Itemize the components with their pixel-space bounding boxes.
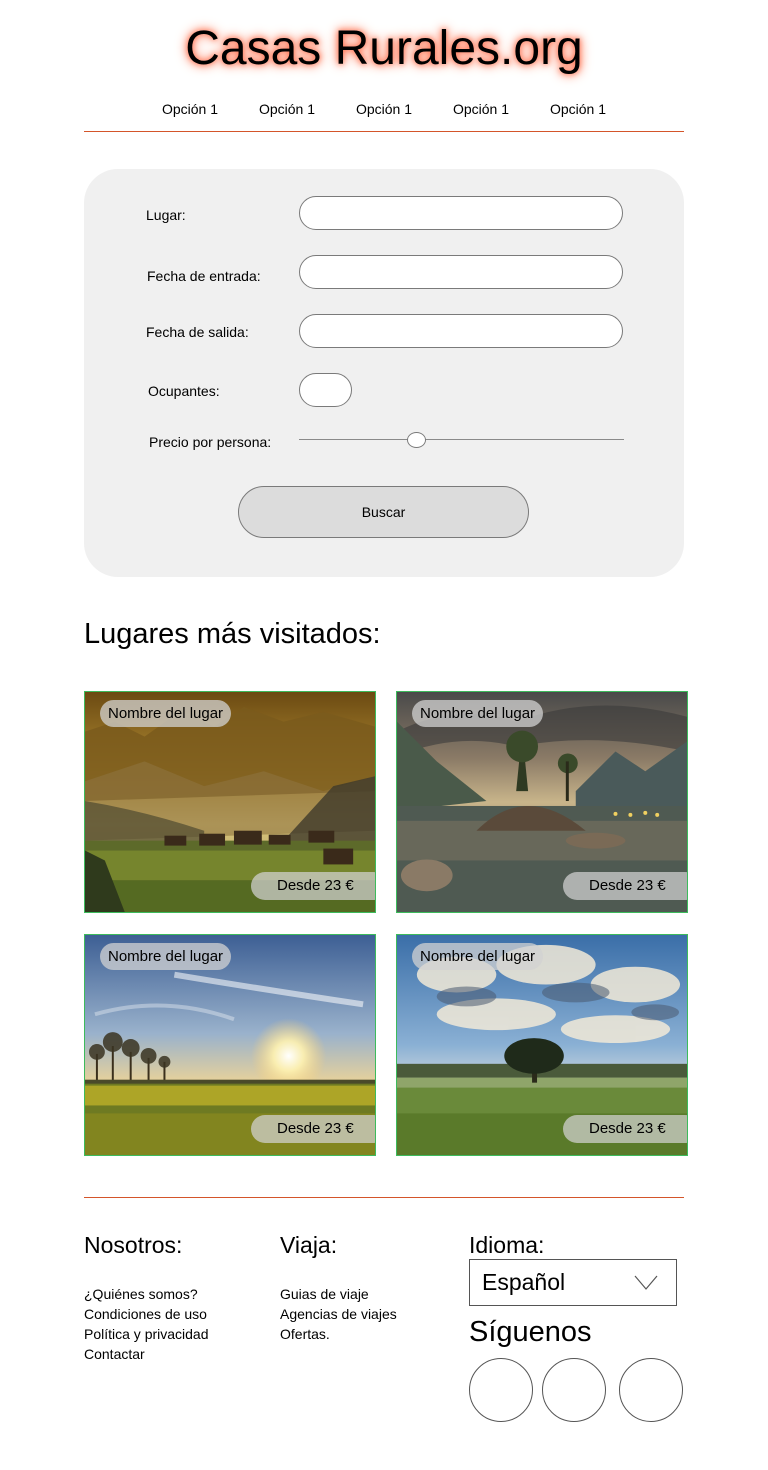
social-link-3[interactable]: [619, 1358, 683, 1422]
social-link-1[interactable]: [469, 1358, 533, 1422]
place-label: Lugar:: [146, 207, 186, 223]
link-contact[interactable]: Contactar: [84, 1344, 145, 1364]
checkin-input[interactable]: [299, 255, 623, 289]
checkout-input[interactable]: [299, 314, 623, 348]
link-offers[interactable]: Ofertas.: [280, 1324, 330, 1344]
follow-heading: Síguenos: [469, 1316, 592, 1348]
main-nav: Opción 1 Opción 1 Opción 1 Opción 1 Opci…: [84, 98, 684, 132]
nav-item-4[interactable]: Opción 1: [433, 98, 530, 131]
guests-label: Ocupantes:: [148, 383, 220, 399]
place-price: Desde 23 €: [563, 872, 687, 900]
link-travel-agencies[interactable]: Agencias de viajes: [280, 1304, 397, 1324]
price-label: Precio por persona:: [149, 434, 272, 450]
nav-item-2[interactable]: Opción 1: [239, 98, 336, 131]
popular-section-title: Lugares más visitados:: [84, 618, 381, 650]
place-name: Nombre del lugar: [412, 700, 544, 727]
place-card[interactable]: Nombre del lugar Desde 23 €: [84, 934, 376, 1156]
place-card[interactable]: Nombre del lugar Desde 23 €: [84, 691, 376, 913]
place-card[interactable]: Nombre del lugar Desde 23 €: [396, 691, 688, 913]
link-terms[interactable]: Condiciones de uso: [84, 1304, 207, 1324]
price-slider-track[interactable]: [299, 439, 624, 440]
checkin-label: Fecha de entrada:: [147, 268, 261, 284]
social-link-2[interactable]: [542, 1358, 606, 1422]
language-value: Español: [482, 1269, 566, 1295]
language-heading: Idioma:: [469, 1232, 545, 1258]
checkout-label: Fecha de salida:: [146, 324, 249, 340]
place-input[interactable]: [299, 196, 623, 230]
chevron-down-icon: [634, 1275, 658, 1290]
link-about-us[interactable]: ¿Quiénes somos?: [84, 1284, 198, 1304]
footer-divider: [84, 1197, 684, 1198]
place-name: Nombre del lugar: [412, 943, 544, 970]
search-panel: Lugar: Fecha de entrada: Fecha de salida…: [84, 169, 684, 577]
nav-item-5[interactable]: Opción 1: [530, 98, 627, 131]
nav-item-1[interactable]: Opción 1: [142, 98, 239, 131]
place-price: Desde 23 €: [251, 872, 375, 900]
link-travel-guides[interactable]: Guias de viaje: [280, 1284, 369, 1304]
place-price: Desde 23 €: [251, 1115, 375, 1143]
site-title: Casas Rurales.org: [185, 22, 583, 75]
place-name: Nombre del lugar: [100, 943, 232, 970]
price-slider-thumb[interactable]: [406, 432, 426, 448]
link-privacy[interactable]: Política y privacidad: [84, 1324, 209, 1344]
about-heading: Nosotros:: [84, 1232, 183, 1258]
nav-item-3[interactable]: Opción 1: [336, 98, 433, 131]
place-name: Nombre del lugar: [100, 700, 232, 727]
guests-input[interactable]: [299, 373, 352, 407]
language-select[interactable]: Español: [469, 1259, 677, 1306]
place-card[interactable]: Nombre del lugar Desde 23 €: [396, 934, 688, 1156]
travel-heading: Viaja:: [280, 1232, 338, 1258]
place-price: Desde 23 €: [563, 1115, 687, 1143]
search-button[interactable]: Buscar: [238, 486, 529, 538]
